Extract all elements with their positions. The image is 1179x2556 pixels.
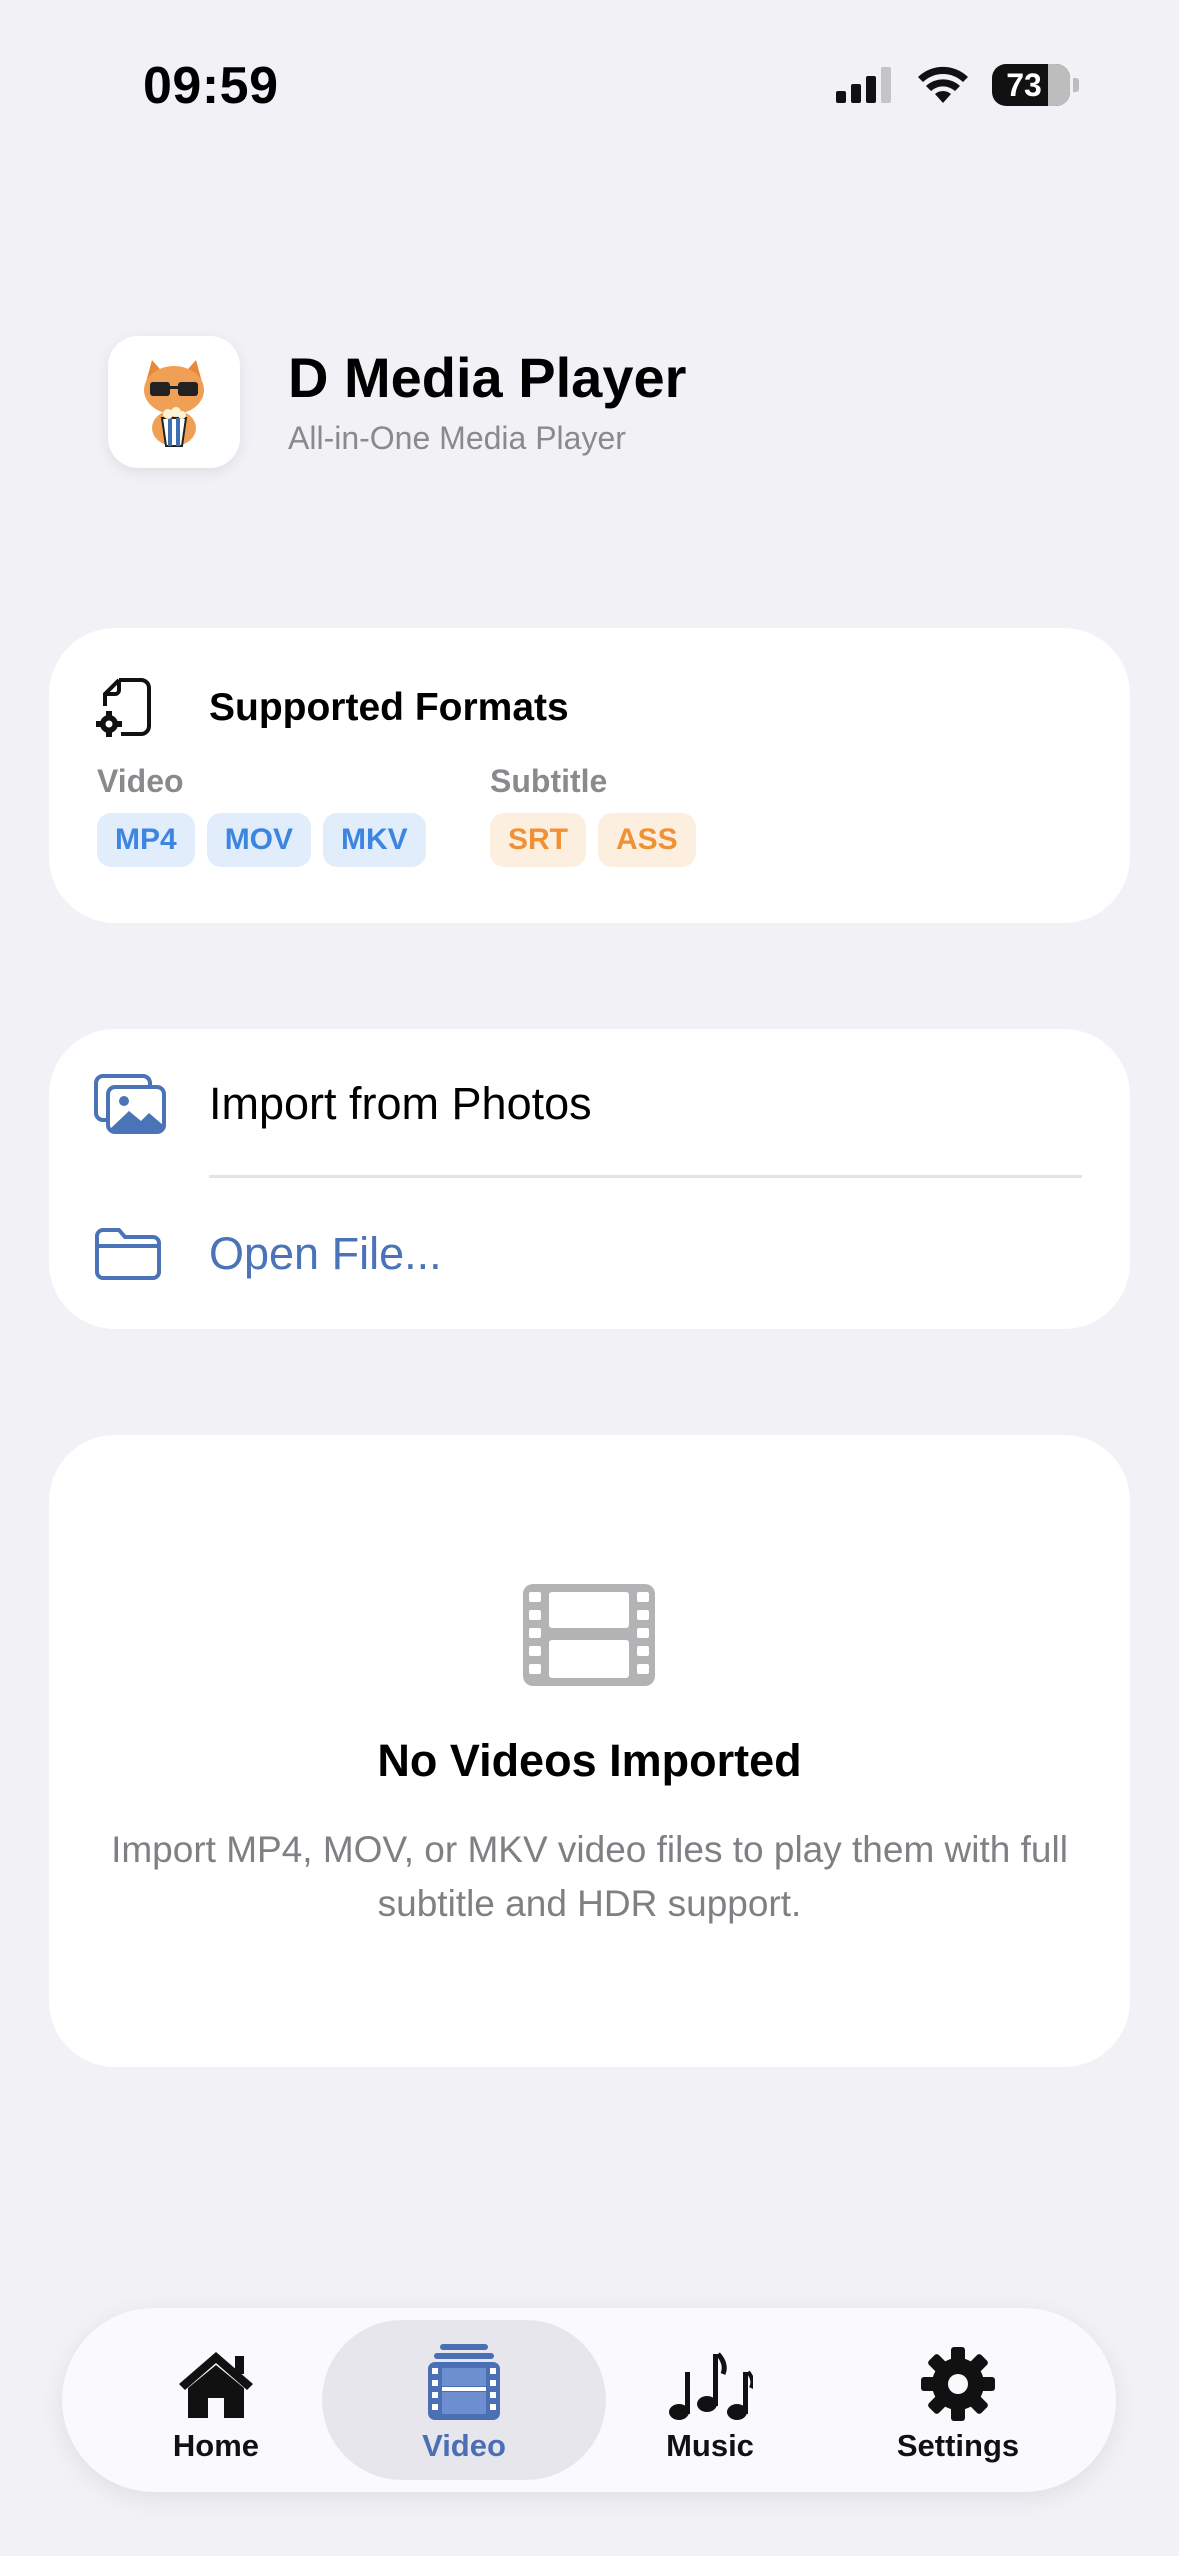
tab-video[interactable]: Video <box>322 2320 606 2480</box>
tab-video-label: Video <box>422 2428 506 2463</box>
format-chip-mkv: MKV <box>323 813 426 867</box>
tab-bar: Home Video Music Settings <box>62 2308 1116 2492</box>
supported-formats-card: Supported Formats Video MP4 MOV MKV Subt… <box>49 628 1130 923</box>
folder-icon <box>95 1228 161 1280</box>
actions-divider <box>209 1175 1082 1178</box>
tab-settings-label: Settings <box>896 2428 1020 2463</box>
import-from-photos-label: Import from Photos <box>209 1078 592 1129</box>
formats-title: Supported Formats <box>209 686 569 729</box>
video-formats-label: Video <box>97 763 184 799</box>
photos-icon <box>94 1074 166 1134</box>
format-chip-srt: SRT <box>490 813 586 867</box>
status-time: 09:59 <box>143 57 279 115</box>
empty-state-card: No Videos Imported Import MP4, MOV, or M… <box>49 1435 1130 2067</box>
video-format-chips: MP4 MOV MKV <box>97 813 426 867</box>
page: 09:59 73 D Media Player All-in-One Media… <box>0 0 1179 2556</box>
subtitle-format-chips: SRT ASS <box>490 813 696 867</box>
cat-mascot-icon <box>144 360 204 447</box>
import-actions-card: Import from Photos Open File... <box>49 1029 1130 1329</box>
format-chip-mp4: MP4 <box>97 813 195 867</box>
app-subtitle: All-in-One Media Player <box>288 420 626 456</box>
house-icon <box>179 2352 253 2418</box>
tab-music[interactable]: Music <box>586 2320 834 2480</box>
cellular-signal-icon <box>836 67 891 103</box>
empty-state-description: Import MP4, MOV, or MKV video files to p… <box>111 1829 1068 1924</box>
battery-level: 73 <box>1006 66 1042 103</box>
format-chip-mov: MOV <box>206 813 312 867</box>
subtitle-formats-label: Subtitle <box>490 763 608 799</box>
film-icon <box>523 1584 655 1686</box>
document-gear-icon <box>96 678 151 737</box>
tab-settings[interactable]: Settings <box>834 2320 1082 2480</box>
gear-icon <box>921 2347 995 2421</box>
tab-home[interactable]: Home <box>92 2320 340 2480</box>
format-chip-ass: ASS <box>598 813 696 867</box>
tab-music-label: Music <box>666 2428 754 2463</box>
status-indicators: 73 <box>836 64 1079 106</box>
film-icon <box>428 2344 500 2420</box>
app-title: D Media Player <box>288 346 687 409</box>
battery-icon: 73 <box>992 64 1070 106</box>
empty-state-title: No Videos Imported <box>377 1735 802 1786</box>
music-notes-icon <box>669 2352 753 2420</box>
import-from-photos-button[interactable]: Import from Photos <box>49 1029 1130 1179</box>
open-file-button[interactable]: Open File... <box>49 1179 1130 1329</box>
tab-home-label: Home <box>172 2428 260 2463</box>
open-file-label: Open File... <box>209 1228 442 1279</box>
wifi-icon <box>918 66 968 103</box>
app-logo <box>108 336 240 468</box>
battery-cap <box>1073 78 1079 92</box>
